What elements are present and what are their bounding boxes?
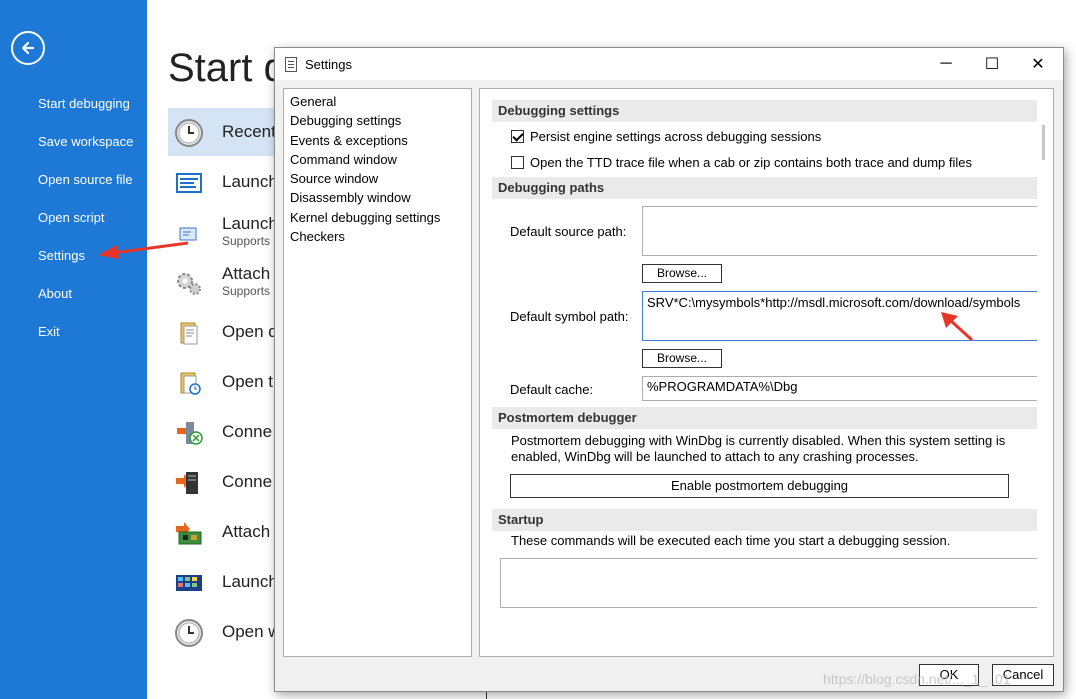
settings-dialog: Settings ─ ☐ ✕ General Debugging setting…	[274, 47, 1064, 692]
cache-field[interactable]: %PROGRAMDATA%\Dbg	[642, 376, 1038, 401]
app-root: Start debugging Save workspace Open sour…	[0, 0, 1076, 699]
section-header-debugging-paths: Debugging paths	[492, 177, 1040, 199]
backstage-item-label: Launch	[222, 172, 276, 191]
watermark: https://blog.csdn.net/..._1_..01	[823, 671, 1011, 687]
nav-start-debugging[interactable]: Start debugging	[38, 96, 130, 111]
startup-description: These commands will be executed each tim…	[511, 533, 951, 548]
section-header-debugging-settings: Debugging settings	[492, 100, 1040, 122]
ttd-trace-checkbox-row[interactable]: Open the TTD trace file when a cab or zi…	[511, 155, 972, 170]
section-header-startup: Startup	[492, 509, 1040, 531]
category-source-window[interactable]: Source window	[284, 169, 471, 188]
scrollbar-thumb[interactable]	[1042, 125, 1045, 160]
grid-window-icon	[176, 575, 202, 591]
back-arrow-icon[interactable]	[11, 31, 45, 65]
nav-save-workspace[interactable]: Save workspace	[38, 134, 133, 149]
backstage-item-label: Open w	[222, 622, 276, 641]
folder-trace-icon	[180, 372, 201, 395]
category-events-exceptions[interactable]: Events & exceptions	[284, 131, 471, 150]
ttd-trace-checkbox[interactable]	[511, 156, 524, 169]
backstage-item-label: Open d	[222, 322, 276, 341]
close-button[interactable]: ✕	[1015, 48, 1061, 80]
category-disassembly-window[interactable]: Disassembly window	[284, 188, 471, 207]
startup-commands-field[interactable]	[500, 558, 1042, 608]
nav-about[interactable]: About	[38, 286, 72, 301]
gears-icon	[177, 273, 201, 295]
section-header-postmortem: Postmortem debugger	[492, 407, 1040, 429]
backstage-item-label: Launch	[222, 214, 276, 233]
backstage-item-sub: Supports	[222, 284, 271, 298]
symbol-path-label: Default symbol path:	[510, 309, 629, 324]
backstage-item-launch-grid[interactable]: Launch	[172, 562, 276, 602]
category-debugging-settings[interactable]: Debugging settings	[284, 111, 471, 130]
backstage-item-connect-remote[interactable]: Conne	[172, 412, 276, 452]
dialog-title: Settings	[305, 57, 352, 72]
category-command-window[interactable]: Command window	[284, 150, 471, 169]
backstage-item-open-trace[interactable]: Open t	[172, 362, 276, 402]
window-icon	[176, 173, 202, 193]
persist-settings-checkbox-row[interactable]: Persist engine settings across debugging…	[511, 129, 821, 144]
enable-postmortem-button[interactable]: Enable postmortem debugging	[510, 474, 1009, 498]
backstage-sidebar: Start debugging Save workspace Open sour…	[0, 0, 147, 699]
category-kernel-debugging[interactable]: Kernel debugging settings	[284, 208, 471, 227]
backstage-item-recent[interactable]: Recent	[172, 112, 276, 152]
remote-connect-icon	[177, 422, 203, 445]
backstage-item-attach[interactable]: Attach Supports	[172, 262, 276, 302]
source-path-field[interactable]	[642, 206, 1038, 256]
persist-settings-checkbox[interactable]	[511, 130, 524, 143]
backstage-item-launch-app[interactable]: Launch Supports	[172, 212, 276, 252]
backstage-item-label: Conne	[222, 472, 273, 491]
maximize-button[interactable]: ☐	[969, 48, 1015, 80]
backstage-item-label: Open t	[222, 372, 274, 391]
server-connect-icon	[176, 472, 198, 494]
ttd-trace-label: Open the TTD trace file when a cab or zi…	[530, 155, 972, 170]
minimize-button[interactable]: ─	[923, 48, 969, 80]
persist-settings-label: Persist engine settings across debugging…	[530, 129, 822, 144]
nav-open-script[interactable]: Open script	[38, 210, 104, 225]
clock-icon	[175, 119, 203, 147]
backstage-item-label: Conne	[222, 422, 273, 441]
backstage-item-launch-exe[interactable]: Launch	[172, 162, 276, 202]
backstage-title: Start d	[168, 46, 274, 90]
backstage-item-label: Attach	[222, 522, 271, 541]
settings-window-icon	[285, 57, 297, 72]
postmortem-description: Postmortem debugging with WinDbg is curr…	[511, 433, 1006, 464]
backstage-item-open-dump[interactable]: Open d	[172, 312, 276, 352]
browse-symbol-button[interactable]: Browse...	[642, 349, 722, 368]
nav-exit[interactable]: Exit	[38, 324, 60, 339]
cache-label: Default cache:	[510, 382, 594, 397]
category-checkers[interactable]: Checkers	[284, 227, 471, 246]
backstage-item-attach-kernel[interactable]: Attach	[172, 512, 276, 552]
settings-content-panel: Debugging settings Persist engine settin…	[479, 88, 1054, 657]
backstage-item-label: Attach	[222, 264, 271, 283]
source-path-label: Default source path:	[510, 224, 627, 239]
dialog-titlebar[interactable]: Settings ─ ☐ ✕	[275, 48, 1063, 80]
category-general[interactable]: General	[284, 92, 471, 111]
folder-file-icon	[180, 322, 198, 345]
content-scrollbar[interactable]	[1037, 89, 1053, 656]
symbol-path-field[interactable]: SRV*C:\mysymbols*http://msdl.microsoft.c…	[642, 291, 1038, 341]
clock-icon	[175, 619, 203, 647]
backstage-item-connect-server[interactable]: Conne	[172, 462, 276, 502]
browse-source-button[interactable]: Browse...	[642, 264, 722, 283]
backstage-item-open-workspace[interactable]: Open w	[172, 612, 276, 652]
backstage-item-sub: Supports	[222, 234, 271, 248]
nav-settings[interactable]: Settings	[38, 248, 85, 263]
app-package-icon	[179, 227, 197, 241]
backstage-item-label: Launch	[222, 572, 276, 591]
kernel-board-icon	[176, 522, 202, 545]
nav-open-source-file[interactable]: Open source file	[38, 172, 133, 187]
backstage-item-label: Recent	[222, 122, 276, 141]
settings-category-list: General Debugging settings Events & exce…	[283, 88, 472, 657]
